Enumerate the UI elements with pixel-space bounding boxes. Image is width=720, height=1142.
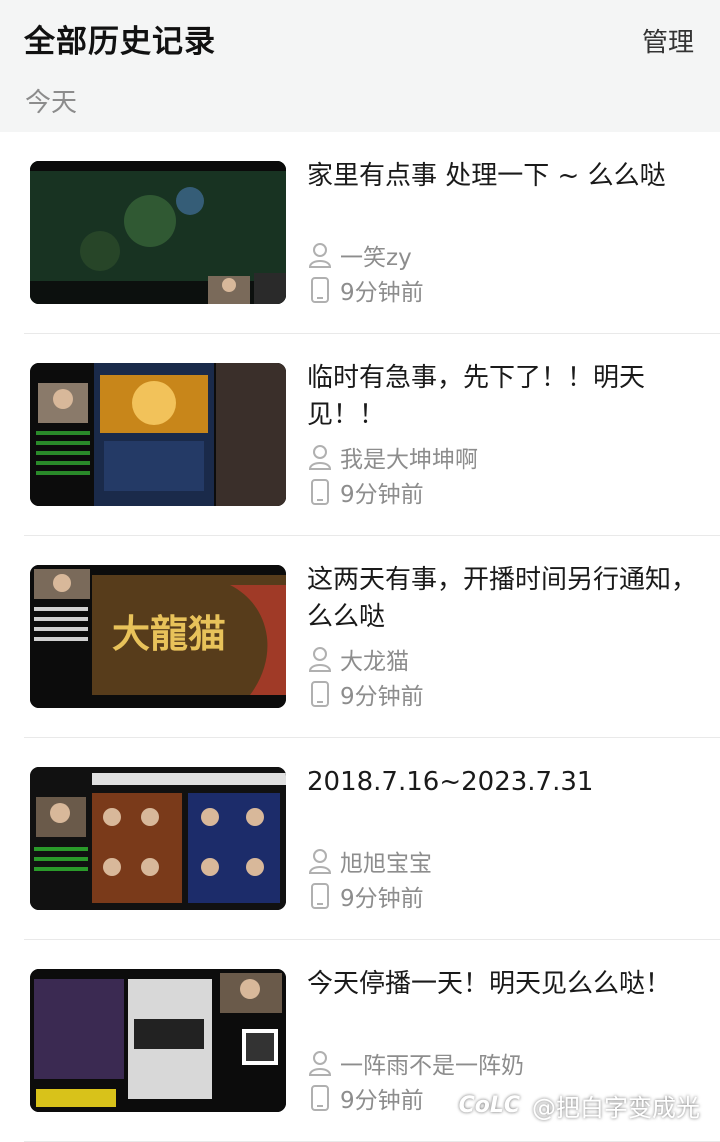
streamer-row: 一阵雨不是一阵奶	[306, 1047, 524, 1079]
streamer-name: 一笑zy	[340, 245, 412, 271]
watermark: CoLC @把白字变成光	[450, 1088, 700, 1123]
item-title: 今天停播一天！明天见么么哒！	[307, 969, 672, 999]
streamer-row: 大龙猫	[306, 643, 409, 675]
section-label-today: 今天	[25, 88, 78, 118]
streamer-name: 旭旭宝宝	[340, 851, 432, 877]
manage-button[interactable]: 管理	[642, 22, 694, 59]
streamer-name: 大龙猫	[340, 649, 409, 675]
user-icon	[306, 1048, 334, 1078]
item-title: 这两天有事，开播时间另行通知，么么哒	[307, 565, 698, 632]
time-row: 9分钟前	[306, 678, 424, 710]
video-thumbnail[interactable]: 大龍猫	[30, 565, 286, 708]
time-row: 9分钟前	[306, 476, 424, 508]
thumbnail-image	[30, 363, 286, 506]
page-title: 全部历史记录	[24, 24, 216, 60]
thumbnail-logo-text: 大龍猫	[112, 611, 226, 656]
user-icon	[306, 442, 334, 472]
history-item[interactable]: 临时有急事，先下了！！明天见！！ 我是大坤坤啊 9分钟前	[24, 334, 720, 536]
user-icon	[306, 846, 334, 876]
watch-time: 9分钟前	[340, 684, 424, 710]
phone-icon	[306, 881, 334, 911]
phone-icon	[306, 275, 334, 305]
watch-time: 9分钟前	[340, 482, 424, 508]
history-item[interactable]: 2018.7.16~2023.7.31 旭旭宝宝 9分钟前	[24, 738, 720, 940]
item-title: 临时有急事，先下了！！明天见！！	[307, 363, 646, 430]
thumbnail-image	[30, 161, 286, 304]
item-title: 2018.7.16~2023.7.31	[307, 767, 594, 797]
video-thumbnail[interactable]	[30, 767, 286, 910]
streamer-row: 一笑zy	[306, 239, 412, 271]
history-list: 家里有点事 处理一下 ~ 么么哒 一笑zy 9分钟前 临时有急事，先下了！！明天…	[0, 132, 720, 1142]
video-thumbnail[interactable]	[30, 161, 286, 304]
video-thumbnail[interactable]	[30, 363, 286, 506]
streamer-row: 旭旭宝宝	[306, 845, 432, 877]
phone-icon	[306, 1083, 334, 1113]
watch-time: 9分钟前	[340, 886, 424, 912]
watch-time: 9分钟前	[340, 1088, 424, 1114]
streamer-name: 一阵雨不是一阵奶	[340, 1053, 524, 1079]
history-item[interactable]: 大龍猫 这两天有事，开播时间另行通知，么么哒 大龙猫 9分钟前	[24, 536, 720, 738]
watermark-logo: CoLC	[450, 1091, 528, 1120]
video-thumbnail[interactable]	[30, 969, 286, 1112]
streamer-row: 我是大坤坤啊	[306, 441, 478, 473]
streamer-name: 我是大坤坤啊	[340, 447, 478, 473]
watermark-text: @把白字变成光	[532, 1094, 700, 1122]
phone-icon	[306, 477, 334, 507]
time-row: 9分钟前	[306, 274, 424, 306]
item-title: 家里有点事 处理一下 ~ 么么哒	[307, 161, 666, 191]
thumbnail-image	[30, 969, 286, 1112]
time-row: 9分钟前	[306, 880, 424, 912]
user-icon	[306, 644, 334, 674]
header: 全部历史记录 管理 今天	[0, 0, 720, 132]
phone-icon	[306, 679, 334, 709]
watch-time: 9分钟前	[340, 280, 424, 306]
user-icon	[306, 240, 334, 270]
thumbnail-image: 大龍猫	[30, 565, 286, 708]
history-item[interactable]: 家里有点事 处理一下 ~ 么么哒 一笑zy 9分钟前	[24, 132, 720, 334]
thumbnail-image	[30, 767, 286, 910]
time-row: 9分钟前	[306, 1082, 424, 1114]
